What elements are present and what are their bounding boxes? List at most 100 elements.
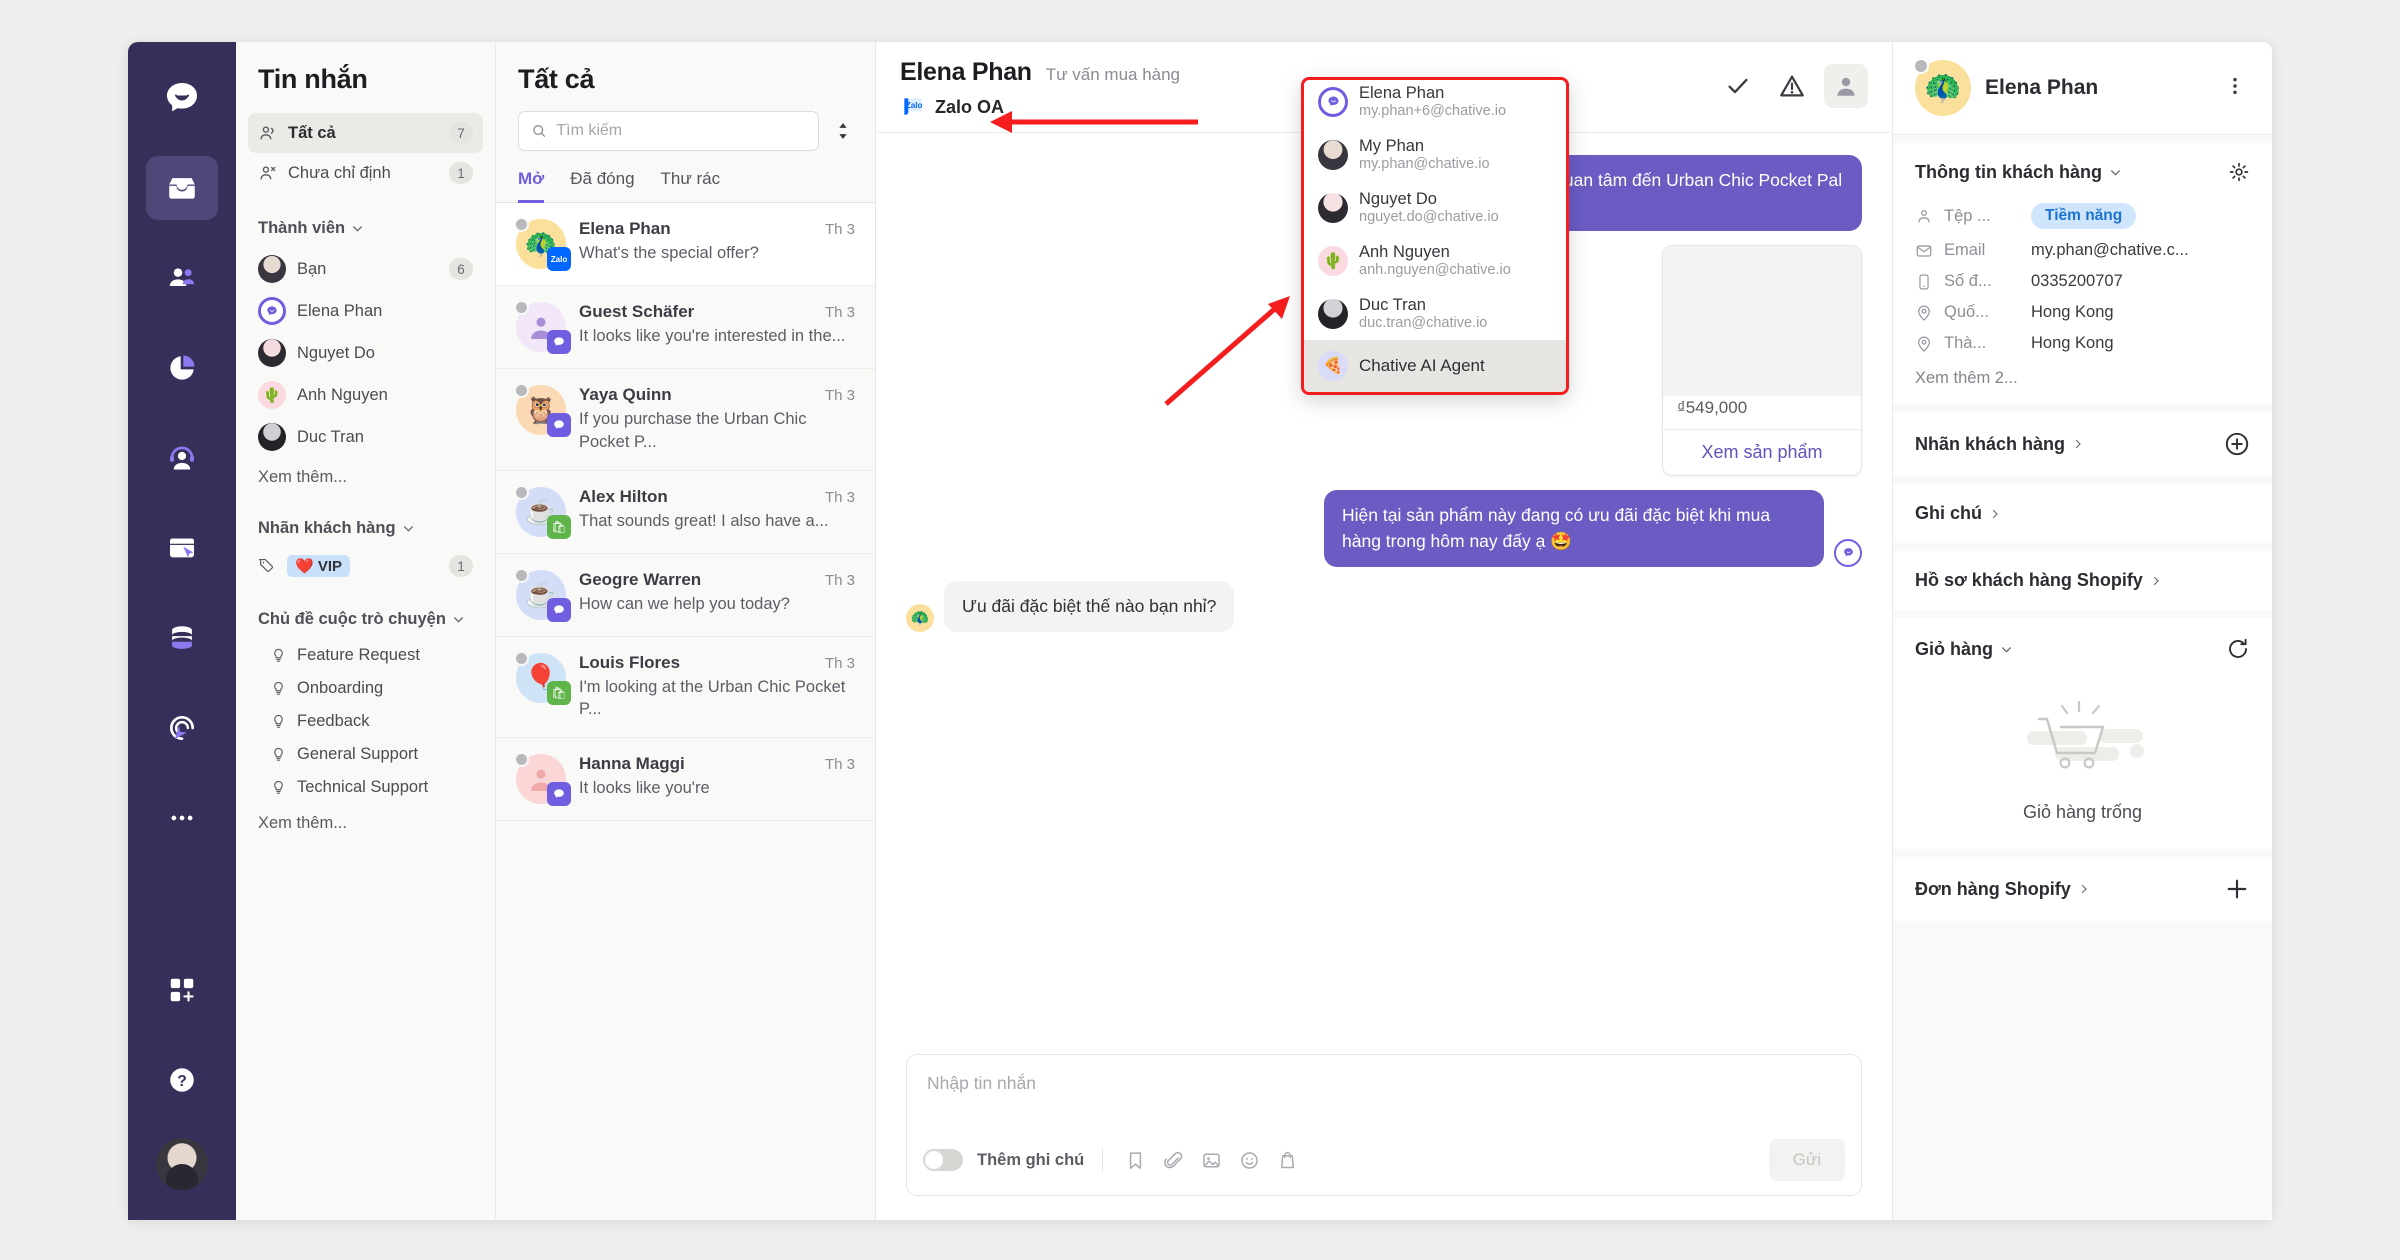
view-product-button[interactable]: Xem sản phẩm xyxy=(1663,429,1861,475)
conversation-row[interactable]: Guest Schäfer Th 3 It looks like you're … xyxy=(496,286,875,369)
chevron-right-icon xyxy=(2081,884,2087,894)
conversation-row[interactable]: ☕ 🛍 Alex Hilton Th 3 That sounds great! … xyxy=(496,471,875,554)
saved-reply-icon[interactable] xyxy=(1119,1144,1151,1176)
search-box[interactable] xyxy=(518,111,819,151)
widget-icon[interactable] xyxy=(146,516,218,580)
assignee-option[interactable]: 🌵 Anh Nguyen anh.nguyen@chative.io xyxy=(1304,234,1566,287)
plus-circle-icon[interactable] xyxy=(2224,431,2250,457)
user-icon xyxy=(1918,209,1930,223)
tab-closed[interactable]: Đã đóng xyxy=(570,169,634,203)
assignee-option[interactable]: Duc Tran duc.tran@chative.io xyxy=(1304,287,1566,340)
topic-item-general-support[interactable]: General Support xyxy=(248,738,483,771)
tab-spam[interactable]: Thư rác xyxy=(661,169,721,203)
topic-item-feature-request[interactable]: Feature Request xyxy=(248,639,483,672)
contacts-icon[interactable] xyxy=(146,246,218,310)
member-item-duc-tran[interactable]: Duc Tran xyxy=(248,416,483,458)
avatar xyxy=(514,752,571,807)
topic-item-technical-support[interactable]: Technical Support xyxy=(248,771,483,804)
status-badge[interactable]: Tiềm năng xyxy=(2031,203,2137,229)
folder-item-unassigned[interactable]: Chưa chỉ định 1 xyxy=(248,153,483,193)
chevron-down-icon[interactable] xyxy=(2109,166,2122,179)
cart-section: Giỏ hàng Giỏ hàng trống xyxy=(1893,618,2272,849)
section-members-header[interactable]: Thành viên xyxy=(236,219,495,238)
assignee-option[interactable]: My Phan my.phan@chative.io xyxy=(1304,128,1566,181)
members-see-more[interactable]: Xem thêm... xyxy=(236,462,495,493)
conversation-row[interactable]: Hanna Maggi Th 3 It looks like you're xyxy=(496,738,875,822)
tag-item-vip[interactable]: ❤️ VIP 1 xyxy=(248,548,483,584)
automation-icon[interactable] xyxy=(146,696,218,760)
chat-logo-icon[interactable] xyxy=(146,66,218,130)
avatar: 🦚 Zalo xyxy=(514,217,571,271)
warning-icon[interactable] xyxy=(1770,64,1814,108)
conversation-name: Geogre Warren xyxy=(579,569,702,589)
inbox-icon[interactable] xyxy=(146,156,218,220)
info-row-segment: Tệp ... Tiềm năng xyxy=(1915,197,2250,235)
product-card[interactable]: ₫549,000 Xem sản phẩm xyxy=(1662,245,1862,477)
current-user-avatar[interactable] xyxy=(156,1138,208,1190)
kebab-menu-icon[interactable] xyxy=(2220,71,2250,106)
apps-icon[interactable] xyxy=(146,958,218,1022)
send-button[interactable]: Gửi xyxy=(1768,1139,1845,1181)
assignee-avatar-icon[interactable] xyxy=(1824,64,1868,108)
section-title: Thành viên xyxy=(258,219,346,237)
add-note-toggle[interactable] xyxy=(923,1149,963,1171)
plus-icon[interactable] xyxy=(2224,876,2250,902)
info-see-more[interactable]: Xem thêm 2... xyxy=(1915,359,2250,388)
section-notes[interactable]: Ghi chú xyxy=(1893,484,2272,543)
section-topics-header[interactable]: Chủ đề cuộc trò chuyện xyxy=(236,610,495,629)
attachment-icon[interactable] xyxy=(1157,1144,1189,1176)
member-item-anh-nguyen[interactable]: 🌵 Anh Nguyen xyxy=(248,374,483,416)
info-value: Hong Kong xyxy=(2031,303,2114,321)
more-icon[interactable] xyxy=(146,786,218,850)
conversation-row[interactable]: ☕ Geogre Warren Th 3 How can we help you… xyxy=(496,554,875,637)
member-count: 6 xyxy=(449,258,473,280)
folder-item-all[interactable]: Tất cả 7 xyxy=(248,113,483,153)
data-icon[interactable] xyxy=(146,606,218,670)
emoji-icon[interactable] xyxy=(1233,1144,1265,1176)
conversation-row[interactable]: 🎈 🛍 Louis Flores Th 3 I'm looking at the… xyxy=(496,637,875,739)
tab-open[interactable]: Mở xyxy=(518,169,545,203)
conversation-time: Th 3 xyxy=(824,387,855,404)
avatar xyxy=(1318,86,1348,117)
assignee-dropdown[interactable]: Elena Phan my.phan+6@chative.io My Phan … xyxy=(1301,77,1569,395)
info-row-email: Email my.phan@chative.c... xyxy=(1915,235,2250,266)
assignee-option-ai-agent[interactable]: 🍕 Chative AI Agent xyxy=(1304,340,1566,392)
section-title: Ghi chú xyxy=(1915,503,1982,523)
conversation-list-title: Tất cả xyxy=(518,64,595,94)
resolve-check-icon[interactable] xyxy=(1716,64,1760,108)
conversation-time: Th 3 xyxy=(824,488,855,506)
cart-empty-label: Giỏ hàng trống xyxy=(2022,802,2143,822)
assignee-option[interactable]: Nguyet Do nguyet.do@chative.io xyxy=(1304,181,1566,234)
gear-icon[interactable] xyxy=(2228,161,2250,183)
chat-panel: Elena Phan Tư vấn mua hàng Zalo Zalo OA xyxy=(876,42,1892,1220)
member-item-you[interactable]: Bạn 6 xyxy=(248,248,483,290)
section-tags-header[interactable]: Nhãn khách hàng xyxy=(236,519,495,538)
reports-icon[interactable] xyxy=(146,336,218,400)
shopify-icon[interactable] xyxy=(1271,1144,1303,1176)
refresh-icon[interactable] xyxy=(2226,637,2250,661)
conversation-row[interactable]: 🦚 Zalo Elena Phan Th 3 What's the specia… xyxy=(496,203,875,286)
topic-item-onboarding[interactable]: Onboarding xyxy=(248,672,483,705)
section-shopify-orders[interactable]: Đơn hàng Shopify xyxy=(1893,857,2272,921)
image-icon[interactable] xyxy=(1195,1144,1227,1176)
message-input[interactable]: Nhập tin nhắn xyxy=(907,1055,1861,1129)
member-item-nguyet-do[interactable]: Nguyet Do xyxy=(248,332,483,374)
info-row-phone: Số đ... 0335200707 xyxy=(1915,266,2250,297)
agents-icon[interactable] xyxy=(146,426,218,490)
section-shopify-profile[interactable]: Hồ sơ khách hàng Shopify xyxy=(1893,551,2272,610)
assignee-option[interactable]: Elena Phan my.phan+6@chative.io xyxy=(1304,80,1566,128)
sort-icon[interactable] xyxy=(833,120,853,142)
member-label: Anh Nguyen xyxy=(297,385,388,404)
member-label: Bạn xyxy=(297,259,327,278)
assignee-email: my.phan+6@chative.io xyxy=(1359,103,1507,119)
chevron-down-icon[interactable] xyxy=(2000,643,2013,656)
tag-icon xyxy=(258,558,273,572)
member-item-elena-phan[interactable]: Elena Phan xyxy=(248,290,483,332)
chat-channel-icon xyxy=(547,782,571,807)
conversation-row[interactable]: 🦉 Yaya Quinn Th 3 If you purchase the Ur… xyxy=(496,369,875,471)
topics-see-more[interactable]: Xem thêm... xyxy=(236,808,495,839)
section-customer-tags[interactable]: Nhãn khách hàng xyxy=(1893,412,2272,476)
help-icon[interactable]: ? xyxy=(146,1048,218,1112)
search-input[interactable] xyxy=(556,122,806,140)
topic-item-feedback[interactable]: Feedback xyxy=(248,705,483,738)
